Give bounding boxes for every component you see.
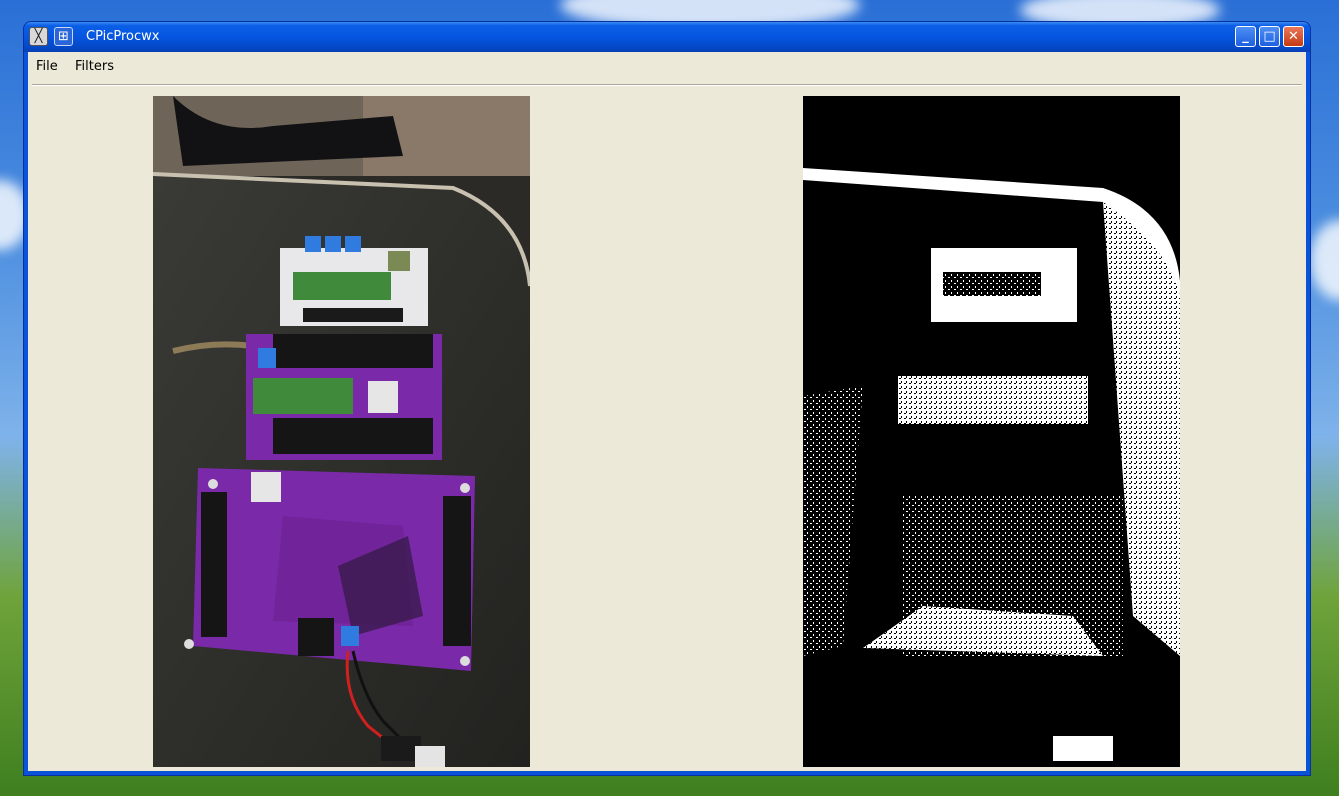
- window-menu-icon[interactable]: ⊞: [54, 27, 73, 46]
- menu-bar: File Filters: [28, 52, 1306, 82]
- menu-separator: [32, 84, 1302, 86]
- client-area: File Filters: [28, 52, 1306, 771]
- original-image: [153, 96, 530, 767]
- maximize-button[interactable]: □: [1259, 26, 1280, 47]
- app-window: ╳ ⊞ CPicProcwx _ □ ✕ File Filters: [24, 22, 1310, 775]
- white-board: [280, 236, 428, 326]
- title-bar[interactable]: ╳ ⊞ CPicProcwx _ □ ✕: [24, 22, 1310, 52]
- minimize-button[interactable]: _: [1235, 26, 1256, 47]
- middle-purple-board: [246, 334, 442, 460]
- processed-image-panel: [803, 96, 1180, 767]
- window-title: CPicProcwx: [86, 29, 160, 44]
- original-image-panel: [153, 96, 530, 767]
- menu-filters[interactable]: Filters: [75, 59, 114, 74]
- menu-file[interactable]: File: [36, 59, 58, 74]
- close-button[interactable]: ✕: [1283, 26, 1304, 47]
- processed-image: [803, 96, 1180, 767]
- bottom-purple-board: [184, 468, 475, 671]
- app-icon[interactable]: ╳: [29, 27, 48, 46]
- desktop-cloud: [1310, 220, 1339, 300]
